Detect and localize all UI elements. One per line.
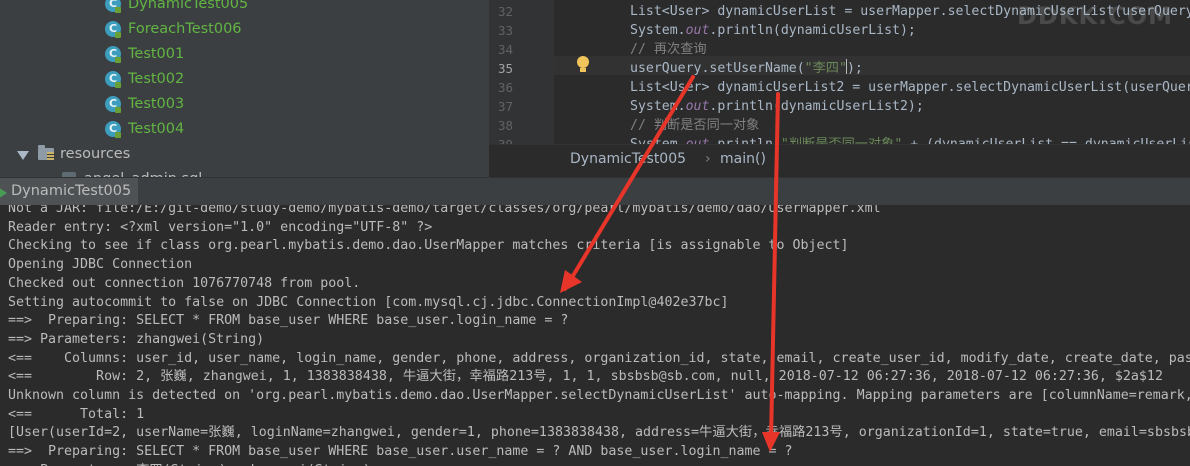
tree-item[interactable]: Test002 bbox=[0, 67, 489, 92]
breadcrumb-method[interactable]: main() bbox=[720, 151, 766, 167]
code-line[interactable]: System.out.println(dynamicUserList2); bbox=[630, 97, 924, 116]
code-token: out bbox=[685, 23, 710, 38]
code-token: System. bbox=[630, 137, 686, 144]
console-line: ==> Preparing: SELECT * FROM base_user W… bbox=[8, 444, 793, 460]
console-line: <== Total: 1 bbox=[8, 406, 145, 422]
project-tree: DynamicTest005 ForeachTest006 Test001 Test0… bbox=[0, 0, 489, 177]
code-editor[interactable]: 3233343536373839 DDKK.COM List<User> dyn… bbox=[489, 0, 1190, 144]
breadcrumb: DynamicTest005 › main() bbox=[489, 144, 1190, 178]
line-number: 39 bbox=[489, 135, 513, 144]
tree-item-label: Test004 bbox=[128, 121, 185, 137]
console-output[interactable]: Not a JAR: file:/E:/git-demo/study-demo/… bbox=[0, 205, 1190, 466]
code-token: List<User> dynamicUserList2 = userMapper… bbox=[630, 80, 1190, 95]
line-number: 35 bbox=[497, 61, 513, 76]
code-token: .println(dynamicUserList); bbox=[709, 23, 916, 38]
console-line: <== Row: 2, 张巍, zhangwei, 1, 1383838438,… bbox=[8, 369, 1163, 385]
console-line: Not a JAR: file:/E:/git-demo/study-demo/… bbox=[8, 205, 881, 216]
code-line[interactable]: System.out.println("判断是否同一对象" + (dynamic… bbox=[630, 135, 1190, 144]
tree-item-label: ForeachTest006 bbox=[128, 21, 242, 37]
breadcrumb-separator: › bbox=[705, 151, 711, 167]
tree-item[interactable]: Test004 bbox=[0, 117, 489, 142]
tree-item-label: DynamicTest005 bbox=[128, 0, 249, 12]
java-class-icon bbox=[105, 71, 121, 88]
run-tab[interactable]: DynamicTest005 bbox=[0, 178, 138, 206]
top-area: DynamicTest005 ForeachTest006 Test001 Test0… bbox=[0, 0, 1190, 178]
console-line: Opening JDBC Connection bbox=[8, 257, 193, 273]
line-number: 36 bbox=[497, 80, 513, 95]
line-number: 34 bbox=[497, 42, 513, 57]
console-line: Reader entry: <?xml version="1.0" encodi… bbox=[8, 219, 433, 235]
console-line: Setting autocommit to false on JDBC Conn… bbox=[8, 294, 729, 310]
code-line[interactable]: userQuery.setUserName("李四"); bbox=[630, 59, 863, 78]
console-line: Unknown column is detected on 'org.pearl… bbox=[8, 388, 1190, 403]
code-token: userQuery.setUserName( bbox=[630, 61, 805, 76]
java-class-icon bbox=[105, 0, 121, 13]
code-line[interactable]: List<User> dynamicUserList2 = userMapper… bbox=[630, 78, 1190, 97]
tree-item-label: angel_admin.sql bbox=[84, 167, 202, 177]
resources-folder-icon bbox=[38, 145, 54, 161]
tree-item-label: Test003 bbox=[128, 96, 185, 112]
console-line: ==> Parameters: zhangwei(String) bbox=[8, 331, 265, 347]
run-toolbar: DynamicTest005 bbox=[0, 177, 1190, 207]
tree-item[interactable]: Test001 bbox=[0, 42, 489, 67]
code-token: System. bbox=[630, 99, 686, 114]
tree-item[interactable]: resources bbox=[0, 142, 489, 167]
console-line: <== Columns: user_id, user_name, login_n… bbox=[8, 350, 1190, 366]
code-token: out bbox=[686, 137, 710, 144]
java-class-icon bbox=[105, 121, 121, 138]
code-token: // 判断是否同一对象 bbox=[630, 118, 760, 133]
code-line[interactable]: // 再次查询 bbox=[630, 40, 707, 59]
tree-item[interactable]: Test003 bbox=[0, 92, 489, 117]
tree-item-label: Test001 bbox=[128, 46, 185, 62]
java-class-icon bbox=[105, 46, 121, 63]
breadcrumb-class[interactable]: DynamicTest005 bbox=[570, 151, 686, 167]
line-number: 37 bbox=[497, 99, 513, 114]
text-caret bbox=[846, 59, 847, 74]
code-token: out bbox=[685, 99, 710, 114]
code-token: System. bbox=[630, 23, 686, 38]
tree-item-label: resources bbox=[60, 146, 131, 162]
code-token: .println(dynamicUserList2); bbox=[709, 99, 924, 114]
code-line[interactable]: System.out.println(dynamicUserList); bbox=[630, 21, 916, 40]
line-number: 33 bbox=[497, 23, 513, 38]
code-line[interactable]: List<User> dynamicUserList = userMapper.… bbox=[630, 2, 1190, 21]
code-token: // 再次查询 bbox=[630, 42, 707, 57]
console-line: [User(userId=2, userName=张巍, loginName=z… bbox=[8, 425, 1190, 441]
code-token: "判断是否同一对象" bbox=[781, 137, 902, 144]
console-line: Checking to see if class org.pearl.mybat… bbox=[8, 238, 849, 254]
line-number: 32 bbox=[497, 4, 513, 19]
code-token: .println( bbox=[709, 137, 780, 144]
java-class-icon bbox=[105, 21, 121, 38]
console-line: ==> Parameters: 李四(String), zhangwei(Str… bbox=[8, 461, 371, 466]
tree-item[interactable]: DynamicTest005 bbox=[0, 0, 489, 17]
console-line: Checked out connection 1076770748 from p… bbox=[8, 275, 361, 291]
editor-gutter: 32 33 34 35 36 37 38 39 bbox=[489, 0, 554, 144]
code-token: List<User> dynamicUserList = userMapper.… bbox=[630, 4, 1190, 19]
java-class-icon bbox=[105, 96, 121, 113]
lightbulb-icon[interactable] bbox=[577, 55, 589, 75]
run-icon bbox=[0, 187, 7, 199]
line-number: 38 bbox=[497, 118, 513, 133]
run-tab-label: DynamicTest005 bbox=[11, 183, 132, 199]
code-line[interactable]: // 判断是否同一对象 bbox=[630, 116, 759, 135]
tree-item[interactable]: ForeachTest006 bbox=[0, 17, 489, 42]
code-token: ); bbox=[846, 61, 863, 76]
tree-item-label: Test002 bbox=[128, 71, 185, 87]
expand-arrow-icon[interactable] bbox=[17, 151, 29, 160]
code-token: "李四" bbox=[804, 61, 847, 76]
console-line: ==> Preparing: SELECT * FROM base_user W… bbox=[8, 313, 569, 329]
code-token: + (dynamicUserList == dynamicUserList2))… bbox=[902, 137, 1190, 144]
tree-item[interactable]: angel_admin.sql bbox=[0, 167, 489, 177]
